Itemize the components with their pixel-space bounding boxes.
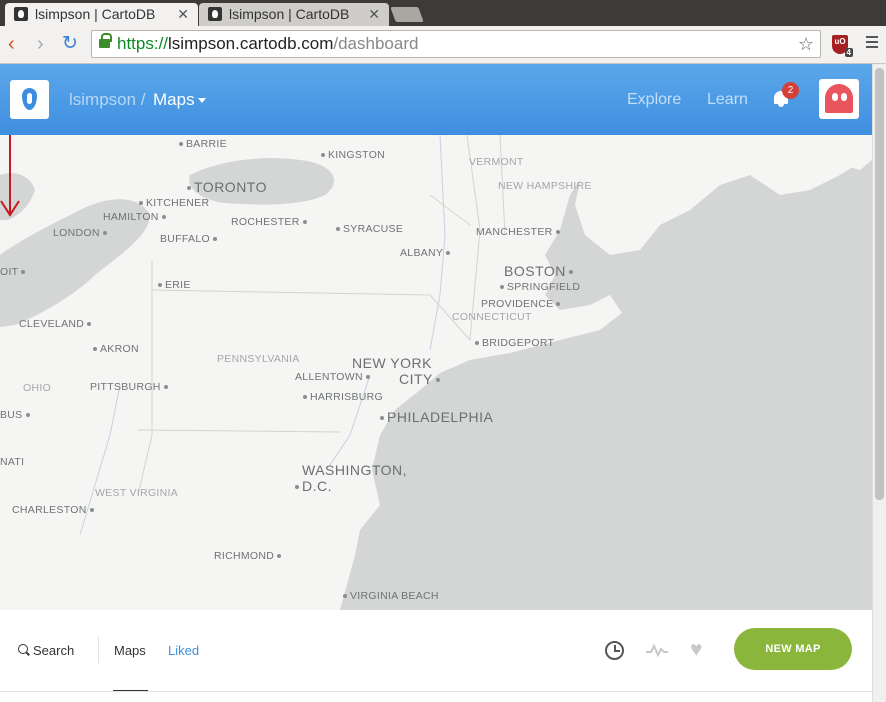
state-label: OHIO [23, 382, 52, 394]
tab-liked[interactable]: Liked [168, 643, 199, 658]
map-label: BARRIE [176, 138, 227, 150]
tab-title: lsimpson | CartoDB [35, 6, 156, 22]
nav-learn-link[interactable]: Learn [707, 91, 748, 109]
cartodb-favicon-icon [208, 7, 222, 21]
tab-title: lsimpson | CartoDB [229, 6, 350, 22]
map-label: NEW YORK [352, 355, 432, 371]
map-label: HAMILTON [103, 211, 169, 223]
extension-badge: 4 [844, 48, 853, 57]
map-label: BUFFALO [160, 233, 220, 245]
dashboard-header: lsimpson / Maps Explore Learn 2 [0, 64, 872, 135]
state-label: VERMONT [469, 156, 524, 168]
user-avatar[interactable] [819, 79, 859, 119]
map-label: LONDON [53, 227, 110, 239]
new-map-button[interactable]: NEW MAP [734, 628, 852, 670]
browser-tab-active[interactable]: lsimpson | CartoDB ✕ [5, 3, 198, 26]
map-label: HARRISBURG [300, 391, 383, 403]
extension-label: uO [834, 37, 846, 46]
search-label: Search [33, 643, 75, 658]
page-viewport: lsimpson / Maps Explore Learn 2 BARRIE K… [0, 64, 872, 702]
map-label: ALBANY [400, 247, 453, 259]
ghost-avatar-icon [825, 84, 853, 113]
search-icon [18, 644, 30, 656]
state-label: NEW HAMPSHIRE [498, 180, 592, 192]
browser-menu-icon[interactable] [866, 36, 878, 51]
map-label: AKRON [90, 343, 139, 355]
map-label: CITY [399, 371, 443, 387]
map-label: CLEVELAND [19, 318, 94, 330]
lock-icon [99, 33, 112, 48]
search-button[interactable]: Search [18, 643, 74, 658]
tab-close-icon[interactable]: ✕ [177, 3, 189, 25]
reload-icon[interactable]: ↻ [62, 34, 78, 54]
breadcrumb-username[interactable]: lsimpson / [69, 90, 146, 110]
cartodb-favicon-icon [14, 7, 28, 21]
map-label: WASHINGTON, [302, 462, 408, 478]
map-label: OIT [0, 266, 28, 278]
url-scheme: https:// [117, 34, 169, 53]
map-label: PITTSBURGH [90, 381, 171, 393]
map-label: ALLENTOWN [295, 371, 373, 383]
map-label: BOSTON [504, 263, 576, 279]
bookmark-star-icon[interactable]: ☆ [798, 31, 814, 57]
cartodb-logo[interactable] [10, 80, 49, 119]
divider [98, 637, 99, 663]
address-bar[interactable]: https://lsimpson.cartodb.com/dashboard ☆ [91, 30, 821, 58]
state-label: WEST VIRGINIA [95, 487, 179, 499]
map-label: KITCHENER [136, 197, 209, 209]
page-scrollbar[interactable] [872, 64, 886, 702]
map-label: D.C. [292, 478, 332, 494]
clock-icon[interactable] [605, 641, 624, 660]
map-label: CHARLESTON [12, 504, 97, 516]
browser-tab-strip: lsimpson | CartoDB ✕ lsimpson | CartoDB … [0, 0, 886, 26]
map-label: PROVIDENCE [481, 298, 563, 310]
cartodb-drop-icon [22, 88, 37, 110]
section-label: Maps [153, 90, 195, 109]
map-label: NATI [0, 456, 25, 468]
browser-toolbar: ‹ › ↻ https://lsimpson.cartodb.com/dashb… [0, 26, 886, 64]
forward-arrow-icon[interactable]: › [37, 34, 44, 54]
map-background[interactable]: BARRIE KINGSTON TORONTO KITCHENER HAMILT… [0, 135, 872, 610]
scrollbar-thumb[interactable] [875, 68, 884, 500]
browser-tab-inactive[interactable]: lsimpson | CartoDB ✕ [199, 3, 389, 26]
map-label: BRIDGEPORT [472, 337, 554, 349]
annotation-arrow-icon [0, 135, 20, 217]
nav-explore-link[interactable]: Explore [627, 91, 681, 109]
back-arrow-icon[interactable]: ‹ [8, 34, 15, 54]
map-label: SPRINGFIELD [497, 281, 580, 293]
state-label: PENNSYLVANIA [217, 353, 300, 365]
caret-down-icon [197, 98, 206, 104]
map-label: BUS [0, 409, 33, 421]
map-label: MANCHESTER [476, 226, 563, 238]
maps-filter-bar: Search Maps Liked ♥ NEW MAP [0, 610, 872, 702]
map-label: PHILADELPHIA [377, 409, 493, 425]
tab-close-icon[interactable]: ✕ [368, 3, 380, 25]
section-dropdown[interactable]: Maps [153, 90, 206, 110]
pulse-activity-icon[interactable] [646, 643, 668, 657]
url-path: /dashboard [333, 34, 419, 53]
heart-icon[interactable]: ♥ [690, 639, 702, 660]
map-label: ERIE [155, 279, 191, 291]
map-label: VIRGINIA BEACH [340, 590, 439, 602]
state-label: CONNECTICUT [452, 311, 532, 323]
tab-maps[interactable]: Maps [114, 643, 146, 658]
notifications-badge: 2 [782, 82, 799, 99]
map-label: TORONTO [184, 179, 267, 195]
url-host: lsimpson.cartodb.com [168, 34, 334, 53]
divider [0, 691, 872, 692]
new-tab-button[interactable] [390, 7, 424, 22]
map-label: ROCHESTER [231, 216, 310, 228]
map-label: RICHMOND [214, 550, 284, 562]
map-label: SYRACUSE [333, 223, 403, 235]
map-label: KINGSTON [318, 149, 385, 161]
ublock-extension-icon[interactable]: uO 4 [832, 35, 853, 57]
